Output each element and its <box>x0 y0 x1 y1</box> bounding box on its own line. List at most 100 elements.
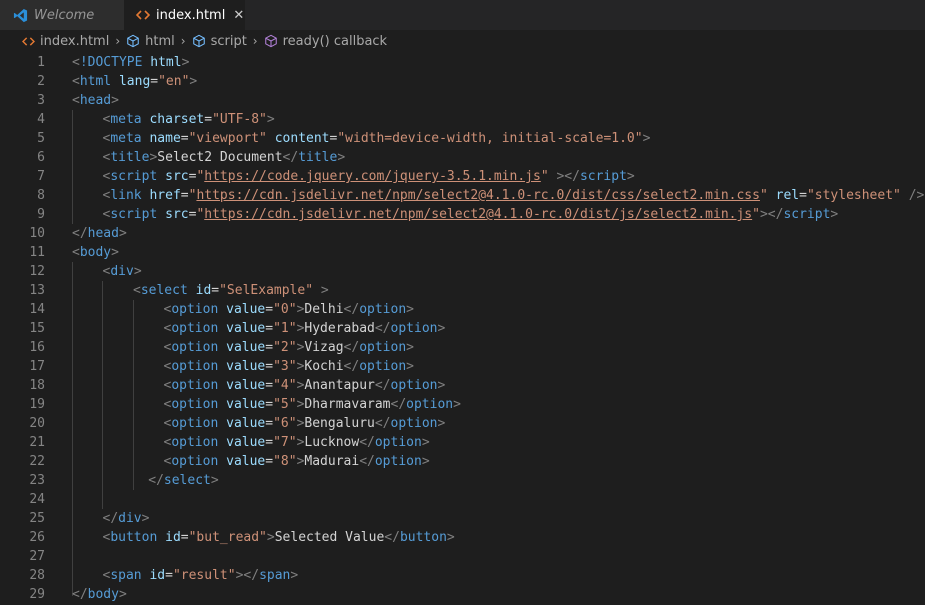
code-token: > <box>626 169 635 184</box>
code-line[interactable]: 27 <box>0 547 925 566</box>
code-line[interactable]: 6 <title>Select2 Document</title> <box>0 148 925 167</box>
code-token: < <box>133 283 141 298</box>
code-line[interactable]: 5 <meta name="viewport" content="width=de… <box>0 129 925 148</box>
code-line[interactable]: 21 <option value="7">Lucknow</option> <box>0 433 925 452</box>
code-line[interactable]: 18 <option value="4">Anantapur</option> <box>0 376 925 395</box>
code-line[interactable]: 24 <box>0 490 925 509</box>
tab-label: index.html <box>156 7 226 23</box>
code-token: Selected Value <box>274 530 385 545</box>
line-number: 10 <box>29 226 45 241</box>
code-text: <head> <box>72 91 119 110</box>
code-token: option <box>390 378 438 393</box>
code-token: ></ <box>235 568 260 583</box>
code-line[interactable]: 25 </div> <box>0 509 925 528</box>
code-token: option <box>390 416 438 431</box>
code-line[interactable]: 29 </body> <box>0 585 925 604</box>
code-token: option <box>171 302 219 317</box>
code-token: link <box>110 188 142 203</box>
code-line[interactable]: 19 <option value="5">Dharmavaram</option> <box>0 395 925 414</box>
code-token: "SelExample" <box>219 283 314 298</box>
code-token: span <box>259 568 291 583</box>
line-number: 8 <box>37 188 45 203</box>
code-line[interactable]: 11 <body> <box>0 243 925 262</box>
code-line[interactable]: 3 <head> <box>0 91 925 110</box>
code-line[interactable]: 2 <html lang="en"> <box>0 72 925 91</box>
code-line[interactable]: 7 <script src="https://code.jquery.com/jq… <box>0 167 925 186</box>
code-token: > <box>337 150 346 165</box>
code-token: option <box>171 397 219 412</box>
code-token: option <box>171 340 219 355</box>
code-line[interactable]: 17 <option value="3">Kochi</option> <box>0 357 925 376</box>
breadcrumb-label: script <box>210 33 247 49</box>
code-token: div <box>110 264 134 279</box>
line-number: 15 <box>29 321 45 336</box>
code-token: = <box>265 416 274 431</box>
code-token: </ <box>390 397 407 412</box>
code-line[interactable]: 16 <option value="2">Vizag</option> <box>0 338 925 357</box>
code-line[interactable]: 14 <option value="0">Delhi</option> <box>0 300 925 319</box>
code-line[interactable]: 13 <select id="SelExample" > <box>0 281 925 300</box>
tab-index-html[interactable]: index.html ✕ <box>124 0 245 30</box>
code-editor[interactable]: 1 <!DOCTYPE html> 2 <html lang="en"> 3 <head>… <box>0 53 925 605</box>
code-token: "0" <box>273 302 297 317</box>
code-line[interactable]: 8 <link href="https://cdn.jsdelivr.net/np… <box>0 186 925 205</box>
code-token: head <box>79 93 112 108</box>
code-token: "2" <box>273 340 297 355</box>
code-token: html <box>79 74 112 89</box>
code-line[interactable]: 28 <span id="result"></span> <box>0 566 925 585</box>
code-text: <option value="6">Bengaluru</option> <box>164 414 446 433</box>
code-token: </ <box>359 454 375 469</box>
code-token: meta <box>110 131 142 146</box>
code-token: https://cdn.jsdelivr.net/npm/select2@4.1… <box>204 207 753 222</box>
code-token: > <box>189 74 198 89</box>
code-text: <option value="2">Vizag</option> <box>164 338 415 357</box>
code-text: <script src="https://code.jquery.com/jqu… <box>103 167 635 186</box>
code-text: <meta name="viewport" content="width=dev… <box>103 129 651 148</box>
code-line[interactable]: 12 <div> <box>0 262 925 281</box>
code-text: <option value="3">Kochi</option> <box>164 357 415 376</box>
line-number: 19 <box>29 397 45 412</box>
code-text: </head> <box>72 224 127 243</box>
breadcrumb-item-html[interactable]: html <box>126 34 175 49</box>
code-token: </ <box>72 226 88 241</box>
code-token: value <box>226 454 266 469</box>
code-line[interactable]: 9 <script src="https://cdn.jsdelivr.net/n… <box>0 205 925 224</box>
line-number: 7 <box>37 169 45 184</box>
code-token: "width=device-width, initial-scale=1.0" <box>337 131 643 146</box>
code-token: script <box>579 169 627 184</box>
html-file-icon <box>136 9 150 21</box>
line-number: 4 <box>37 112 45 127</box>
code-line[interactable]: 26 <button id="but_read">Selected Value</… <box>0 528 925 547</box>
close-icon[interactable]: ✕ <box>233 8 244 23</box>
line-number: 17 <box>29 359 45 374</box>
code-token: = <box>265 454 274 469</box>
line-number: 6 <box>37 150 45 165</box>
chevron-right-icon: › <box>252 34 258 48</box>
code-token: Hyderabad <box>304 321 375 336</box>
code-token: > <box>118 226 127 241</box>
breadcrumb-item-file[interactable]: index.html <box>22 34 109 49</box>
code-line[interactable]: 20 <option value="6">Bengaluru</option> <box>0 414 925 433</box>
code-line[interactable]: 10 </head> <box>0 224 925 243</box>
tab-welcome[interactable]: Welcome <box>0 0 124 30</box>
line-number: 24 <box>29 492 45 507</box>
code-token: > <box>181 55 190 70</box>
code-token: Kochi <box>304 359 344 374</box>
code-line[interactable]: 1 <!DOCTYPE html> <box>0 53 925 72</box>
code-token: /> <box>908 188 925 203</box>
code-text: <option value="5">Dharmavaram</option> <box>164 395 461 414</box>
code-line[interactable]: 23 </select> <box>0 471 925 490</box>
code-token: id <box>195 283 212 298</box>
line-number: 1 <box>37 55 45 70</box>
breadcrumb-item-script[interactable]: script <box>192 34 247 49</box>
code-token: " <box>759 188 768 203</box>
code-token: = <box>150 74 159 89</box>
code-line[interactable]: 15 <option value="1">Hyderabad</option> <box>0 319 925 338</box>
breadcrumb-item-callback[interactable]: ready() callback <box>264 34 387 49</box>
code-token: > <box>437 321 446 336</box>
code-line[interactable]: 4 <meta charset="UTF-8"> <box>0 110 925 129</box>
code-line[interactable]: 22 <option value="8">Madurai</option> <box>0 452 925 471</box>
